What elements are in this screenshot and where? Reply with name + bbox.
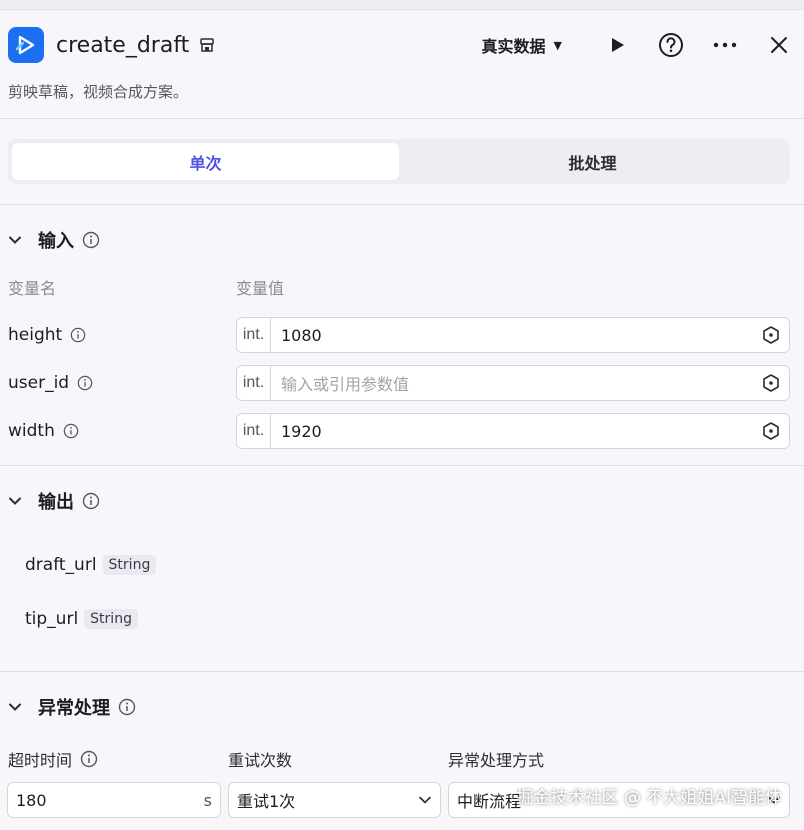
run-mode-tabs: 单次 批处理 <box>0 119 804 204</box>
output-type-badge: String <box>102 555 157 575</box>
var-name-label: width <box>8 421 55 441</box>
watermark: 掘金技术社区 @ 不大姐姐AI智能体 <box>516 788 782 808</box>
input-row-height: height int. 1080 <box>0 311 804 359</box>
info-icon[interactable] <box>63 423 79 439</box>
type-tag: int. <box>237 366 271 400</box>
jianying-app-icon <box>8 27 44 63</box>
output-var-name: tip_url <box>25 609 79 629</box>
input-section-title: 输入 <box>38 231 74 252</box>
top-strip <box>0 0 804 10</box>
caret-down-icon: ▼ <box>553 38 562 52</box>
output-var-name: draft_url <box>25 555 97 575</box>
error-method-label: 异常处理方式 <box>448 751 545 770</box>
info-icon[interactable] <box>118 698 136 716</box>
chevron-down-icon <box>419 796 431 804</box>
retry-label: 重试次数 <box>228 751 293 770</box>
collapse-chevron-icon[interactable] <box>8 493 24 509</box>
help-button[interactable] <box>654 28 688 62</box>
input-row-width: width int. 1920 <box>0 407 804 455</box>
error-field-labels: 超时时间 重试次数 异常处理方式 <box>0 742 804 776</box>
node-title: create_draft <box>56 32 190 58</box>
retry-select[interactable]: 重试1次 <box>228 782 441 818</box>
reference-variable-icon[interactable] <box>753 373 789 393</box>
play-icon <box>612 38 624 52</box>
input-row-user-id: user_id int. 输入或引用参数值 <box>0 359 804 407</box>
close-icon <box>771 37 787 53</box>
run-button[interactable] <box>600 28 634 62</box>
info-icon[interactable] <box>77 375 93 391</box>
user-id-input[interactable]: int. 输入或引用参数值 <box>236 365 790 401</box>
node-header: create_draft 真实数据 ▼ <box>0 10 804 80</box>
tab-single[interactable]: 单次 <box>12 143 399 180</box>
info-icon[interactable] <box>80 750 98 768</box>
data-mode-dropdown[interactable]: 真实数据 ▼ <box>482 33 562 57</box>
input-column-headers: 变量名 变量值 <box>0 275 804 298</box>
node-description: 剪映草稿，视频合成方案。 <box>8 83 189 101</box>
error-method-value: 中断流程 <box>457 792 522 811</box>
type-tag: int. <box>237 414 271 448</box>
collapse-chevron-icon[interactable] <box>8 699 24 715</box>
output-section-title: 输出 <box>38 492 74 513</box>
user-id-placeholder[interactable]: 输入或引用参数值 <box>271 371 753 395</box>
timeout-label: 超时时间 <box>8 751 73 770</box>
error-section-header: 异常处理 <box>0 672 804 742</box>
output-row: draft_url String <box>0 538 804 592</box>
info-icon[interactable] <box>82 492 100 510</box>
height-input[interactable]: int. 1080 <box>236 317 790 353</box>
timeout-unit: s <box>203 790 212 810</box>
question-circle-icon <box>659 33 683 57</box>
reference-variable-icon[interactable] <box>753 325 789 345</box>
output-type-badge: String <box>84 609 138 629</box>
reference-variable-icon[interactable] <box>753 421 789 441</box>
error-section-title: 异常处理 <box>38 698 110 719</box>
width-value[interactable]: 1920 <box>271 422 753 441</box>
var-name-label: height <box>8 325 63 345</box>
more-dots-icon <box>713 42 737 48</box>
input-section-header: 输入 <box>0 205 804 275</box>
width-input[interactable]: int. 1920 <box>236 413 790 449</box>
height-value[interactable]: 1080 <box>271 326 753 345</box>
var-name-label: user_id <box>8 373 70 393</box>
tab-batch[interactable]: 批处理 <box>399 143 786 180</box>
output-row: tip_url String <box>0 592 804 646</box>
collapse-chevron-icon[interactable] <box>8 232 24 248</box>
output-section-header: 输出 <box>0 466 804 536</box>
info-icon[interactable] <box>82 231 100 249</box>
col-var-name: 变量名 <box>8 279 57 298</box>
info-icon[interactable] <box>70 327 86 343</box>
more-button[interactable] <box>708 28 742 62</box>
type-tag: int. <box>237 318 271 352</box>
data-mode-label: 真实数据 <box>481 37 546 56</box>
col-var-value: 变量值 <box>236 279 285 298</box>
store-icon[interactable] <box>199 36 217 54</box>
retry-value: 重试1次 <box>237 792 296 811</box>
timeout-value[interactable]: 180 <box>16 791 47 810</box>
timeout-input[interactable]: 180 s <box>7 782 221 818</box>
close-button[interactable] <box>762 28 796 62</box>
